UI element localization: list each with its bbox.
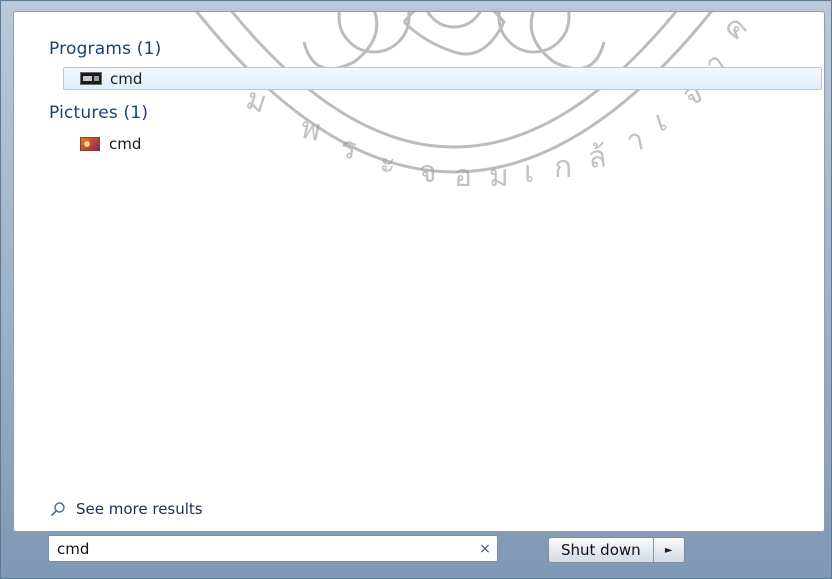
picture-icon [80,136,100,151]
see-more-results-link[interactable]: See more results [50,500,203,518]
svg-text:า: า [623,122,647,160]
search-icon [50,502,65,517]
shutdown-button-group: Shut down ► [548,537,685,563]
pictures-group-header: Pictures (1) [49,103,149,123]
shutdown-options-arrow-icon[interactable]: ► [654,538,684,562]
svg-text:ค: ค [716,11,754,48]
svg-text:ก: ก [554,150,572,185]
search-box: × [48,535,498,562]
program-result-item[interactable]: cmd [63,67,822,90]
cmd-icon [80,72,102,85]
search-results-panel: ม พ ร ะ จ อ ม เ ก ล้ า เ จ้ า ค Programs… [13,11,825,532]
shut-down-button[interactable]: Shut down [549,538,654,562]
see-more-results-label: See more results [76,500,203,518]
search-input[interactable] [49,536,473,561]
university-seal-watermark: ม พ ร ะ จ อ ม เ ก ล้ า เ จ้ า ค [195,11,754,194]
picture-result-label: cmd [109,134,142,153]
close-icon[interactable]: × [473,536,497,561]
svg-text:ะ: ะ [378,145,397,181]
svg-text:ร: ร [338,130,359,167]
svg-text:เ: เ [651,103,672,139]
svg-text:จ: จ [419,155,437,190]
start-menu-window: ม พ ร ะ จ อ ม เ ก ล้ า เ จ้ า ค Programs… [0,0,832,579]
svg-text:ล้: ล้ [586,139,608,176]
svg-text:พ: พ [297,111,324,149]
programs-group-header: Programs (1) [49,39,162,59]
svg-text:เ: เ [524,155,534,190]
program-result-label: cmd [110,69,143,88]
svg-text:ม: ม [489,159,509,194]
picture-result-item[interactable]: cmd [80,132,141,155]
svg-text:อ: อ [454,159,472,194]
